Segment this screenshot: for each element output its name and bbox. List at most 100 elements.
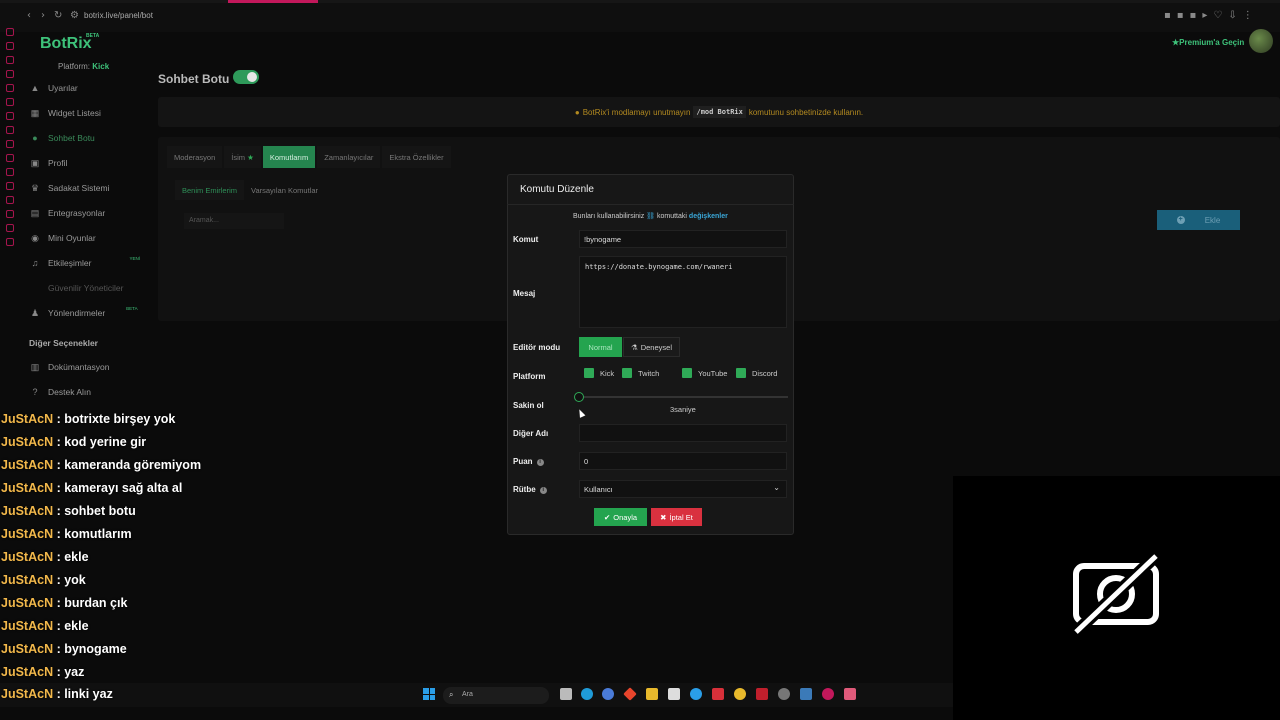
chatbot-toggle[interactable]	[233, 70, 259, 84]
address-bar[interactable]: botrix.live/panel/bot	[84, 11, 153, 20]
confirm-button[interactable]: ✔ Onayla	[594, 508, 647, 526]
back-icon[interactable]: ‹	[27, 10, 31, 22]
site-info-icon[interactable]: ⚙	[70, 10, 79, 22]
sidebar-item-docs[interactable]: ▥ Dokümantasyon	[30, 358, 110, 376]
app-icon[interactable]	[6, 140, 14, 148]
rank-value[interactable]: Kullanıcı	[584, 485, 613, 494]
app-icon[interactable]	[6, 238, 14, 246]
cancel-button[interactable]: ✖ İptal Et	[651, 508, 702, 526]
app-icon[interactable]	[6, 42, 14, 50]
steam-icon[interactable]	[800, 688, 812, 700]
app-icon[interactable]	[6, 70, 14, 78]
platform-checkbox-discord[interactable]: Discord	[736, 368, 777, 378]
platform-checkbox-twitch[interactable]: Twitch	[622, 368, 659, 378]
sidebar-item-widgets[interactable]: ▦ Widget Listesi	[30, 104, 101, 122]
app-icon[interactable]	[6, 84, 14, 92]
search-input[interactable]: Aramak...	[184, 213, 284, 229]
sidebar-item-chatbot[interactable]: ● Sohbet Botu	[30, 129, 95, 147]
brave-icon[interactable]	[712, 688, 724, 700]
tab-name-label[interactable]: İsim	[231, 153, 245, 162]
app-icon[interactable]	[6, 168, 14, 176]
app-icon[interactable]	[6, 126, 14, 134]
sidebar-item-interactions[interactable]: ♫ Etkileşimler YENİ	[30, 254, 140, 272]
editor-exp-label[interactable]: Deneysel	[641, 343, 672, 352]
task-view-icon[interactable]	[560, 688, 572, 700]
taskbar-search-label[interactable]: Ara	[462, 691, 473, 698]
app-icon[interactable]	[6, 196, 14, 204]
confirm-label[interactable]: Onayla	[613, 513, 637, 522]
add-label[interactable]: Ekle	[1205, 216, 1221, 225]
platform-checkbox-kick[interactable]: Kick	[584, 368, 614, 378]
chat-username: JuStAcN	[1, 481, 54, 495]
brand-logo[interactable]: BotRix	[40, 35, 92, 53]
chat-username: JuStAcN	[1, 435, 54, 449]
chat-text: bynogame	[64, 642, 127, 656]
cooldown-slider[interactable]	[578, 396, 788, 398]
cooldown-slider-handle[interactable]	[574, 392, 584, 402]
platform-checkbox-youtube[interactable]: YouTube	[682, 368, 727, 378]
edge-icon[interactable]	[581, 688, 593, 700]
tab-name[interactable]: İsim ★	[224, 146, 261, 168]
sidebar-item-trusted-mods[interactable]: Güvenilir Yöneticiler	[30, 279, 123, 297]
app-icon[interactable]	[756, 688, 768, 700]
tab-extra-features[interactable]: Ekstra Özellikler	[382, 146, 451, 168]
app-icon[interactable]	[6, 112, 14, 120]
sidebar-item-profile[interactable]: ▣ Profil	[30, 154, 68, 172]
active-tab[interactable]	[228, 0, 318, 3]
app-icon[interactable]	[6, 28, 14, 36]
variables-link[interactable]: değişkenler	[689, 213, 728, 220]
premium-label[interactable]: Premium'a Geçin	[1179, 38, 1244, 47]
forward-icon[interactable]: ›	[41, 10, 45, 22]
message-textarea[interactable]: https://donate.bynogame.com/rwaneri	[579, 256, 787, 328]
cancel-label[interactable]: İptal Et	[669, 513, 692, 522]
opera-icon[interactable]	[822, 688, 834, 700]
checkbox[interactable]	[682, 368, 692, 378]
sidebar-item-redirects[interactable]: ♟ Yönlendirmeler BETA	[30, 304, 138, 322]
checkbox[interactable]	[584, 368, 594, 378]
app-icon[interactable]	[6, 210, 14, 218]
sidebar-item-integrations[interactable]: ▤ Entegrasyonlar	[30, 204, 105, 222]
chrome-icon[interactable]	[734, 688, 746, 700]
app-icon[interactable]	[6, 98, 14, 106]
app-icon[interactable]	[844, 688, 856, 700]
tab-my-commands[interactable]: Komutlarım	[262, 146, 316, 168]
sidebar-item-label: Sadakat Sistemi	[48, 183, 110, 193]
tab-timers[interactable]: Zamanlayıcılar	[317, 146, 381, 168]
chat-message: JuStAcN : kod yerine gir	[1, 435, 146, 449]
tab-moderation[interactable]: Moderasyon	[167, 146, 223, 168]
sidebar-item-loyalty[interactable]: ♛ Sadakat Sistemi	[30, 179, 109, 197]
premium-link[interactable]: ★Premium'a Geçin	[1172, 38, 1244, 47]
app-icon[interactable]	[778, 688, 790, 700]
star-icon: ★	[247, 152, 254, 162]
app-icon[interactable]	[690, 688, 702, 700]
sidebar-item-support[interactable]: ? Destek Alın	[30, 383, 91, 401]
subtab-default-commands[interactable]: Varsayılan Komutlar	[244, 180, 325, 200]
copilot-icon[interactable]	[602, 688, 614, 700]
chat-separator: :	[53, 550, 65, 564]
start-icon[interactable]	[423, 688, 435, 700]
editor-normal-button[interactable]: Normal	[579, 337, 622, 357]
add-command-button[interactable]: + Ekle	[1157, 210, 1240, 230]
folder-icon[interactable]	[646, 688, 658, 700]
store-icon[interactable]	[668, 688, 680, 700]
app-icon[interactable]	[6, 182, 14, 190]
rank-select[interactable]: Kullanıcı ⌄	[579, 480, 787, 498]
command-input[interactable]: !bynogame	[579, 230, 787, 248]
reload-icon[interactable]: ↻	[54, 10, 62, 22]
info-icon[interactable]: i	[539, 487, 547, 494]
app-icon[interactable]	[6, 154, 14, 162]
app-icon[interactable]	[6, 224, 14, 232]
sidebar-item-minigames[interactable]: ◉ Mini Oyunlar	[30, 229, 96, 247]
sidebar-item-alerts[interactable]: ▲ Uyarılar	[30, 79, 78, 97]
points-input[interactable]: 0	[579, 452, 787, 470]
app-icon[interactable]	[6, 56, 14, 64]
info-icon[interactable]: i	[536, 459, 544, 466]
editor-experimental-button[interactable]: ⚗ Deneysel	[623, 337, 680, 357]
checkbox[interactable]	[622, 368, 632, 378]
subtab-my-commands[interactable]: Benim Emirlerim	[175, 180, 245, 200]
extension-icons[interactable]: ▪▪▪▸♡⇩⋮	[1164, 10, 1259, 22]
taskbar-search[interactable]: ⌕ Ara	[443, 687, 549, 704]
checkbox[interactable]	[736, 368, 746, 378]
alias-input[interactable]	[579, 424, 787, 442]
avatar[interactable]	[1249, 29, 1273, 53]
